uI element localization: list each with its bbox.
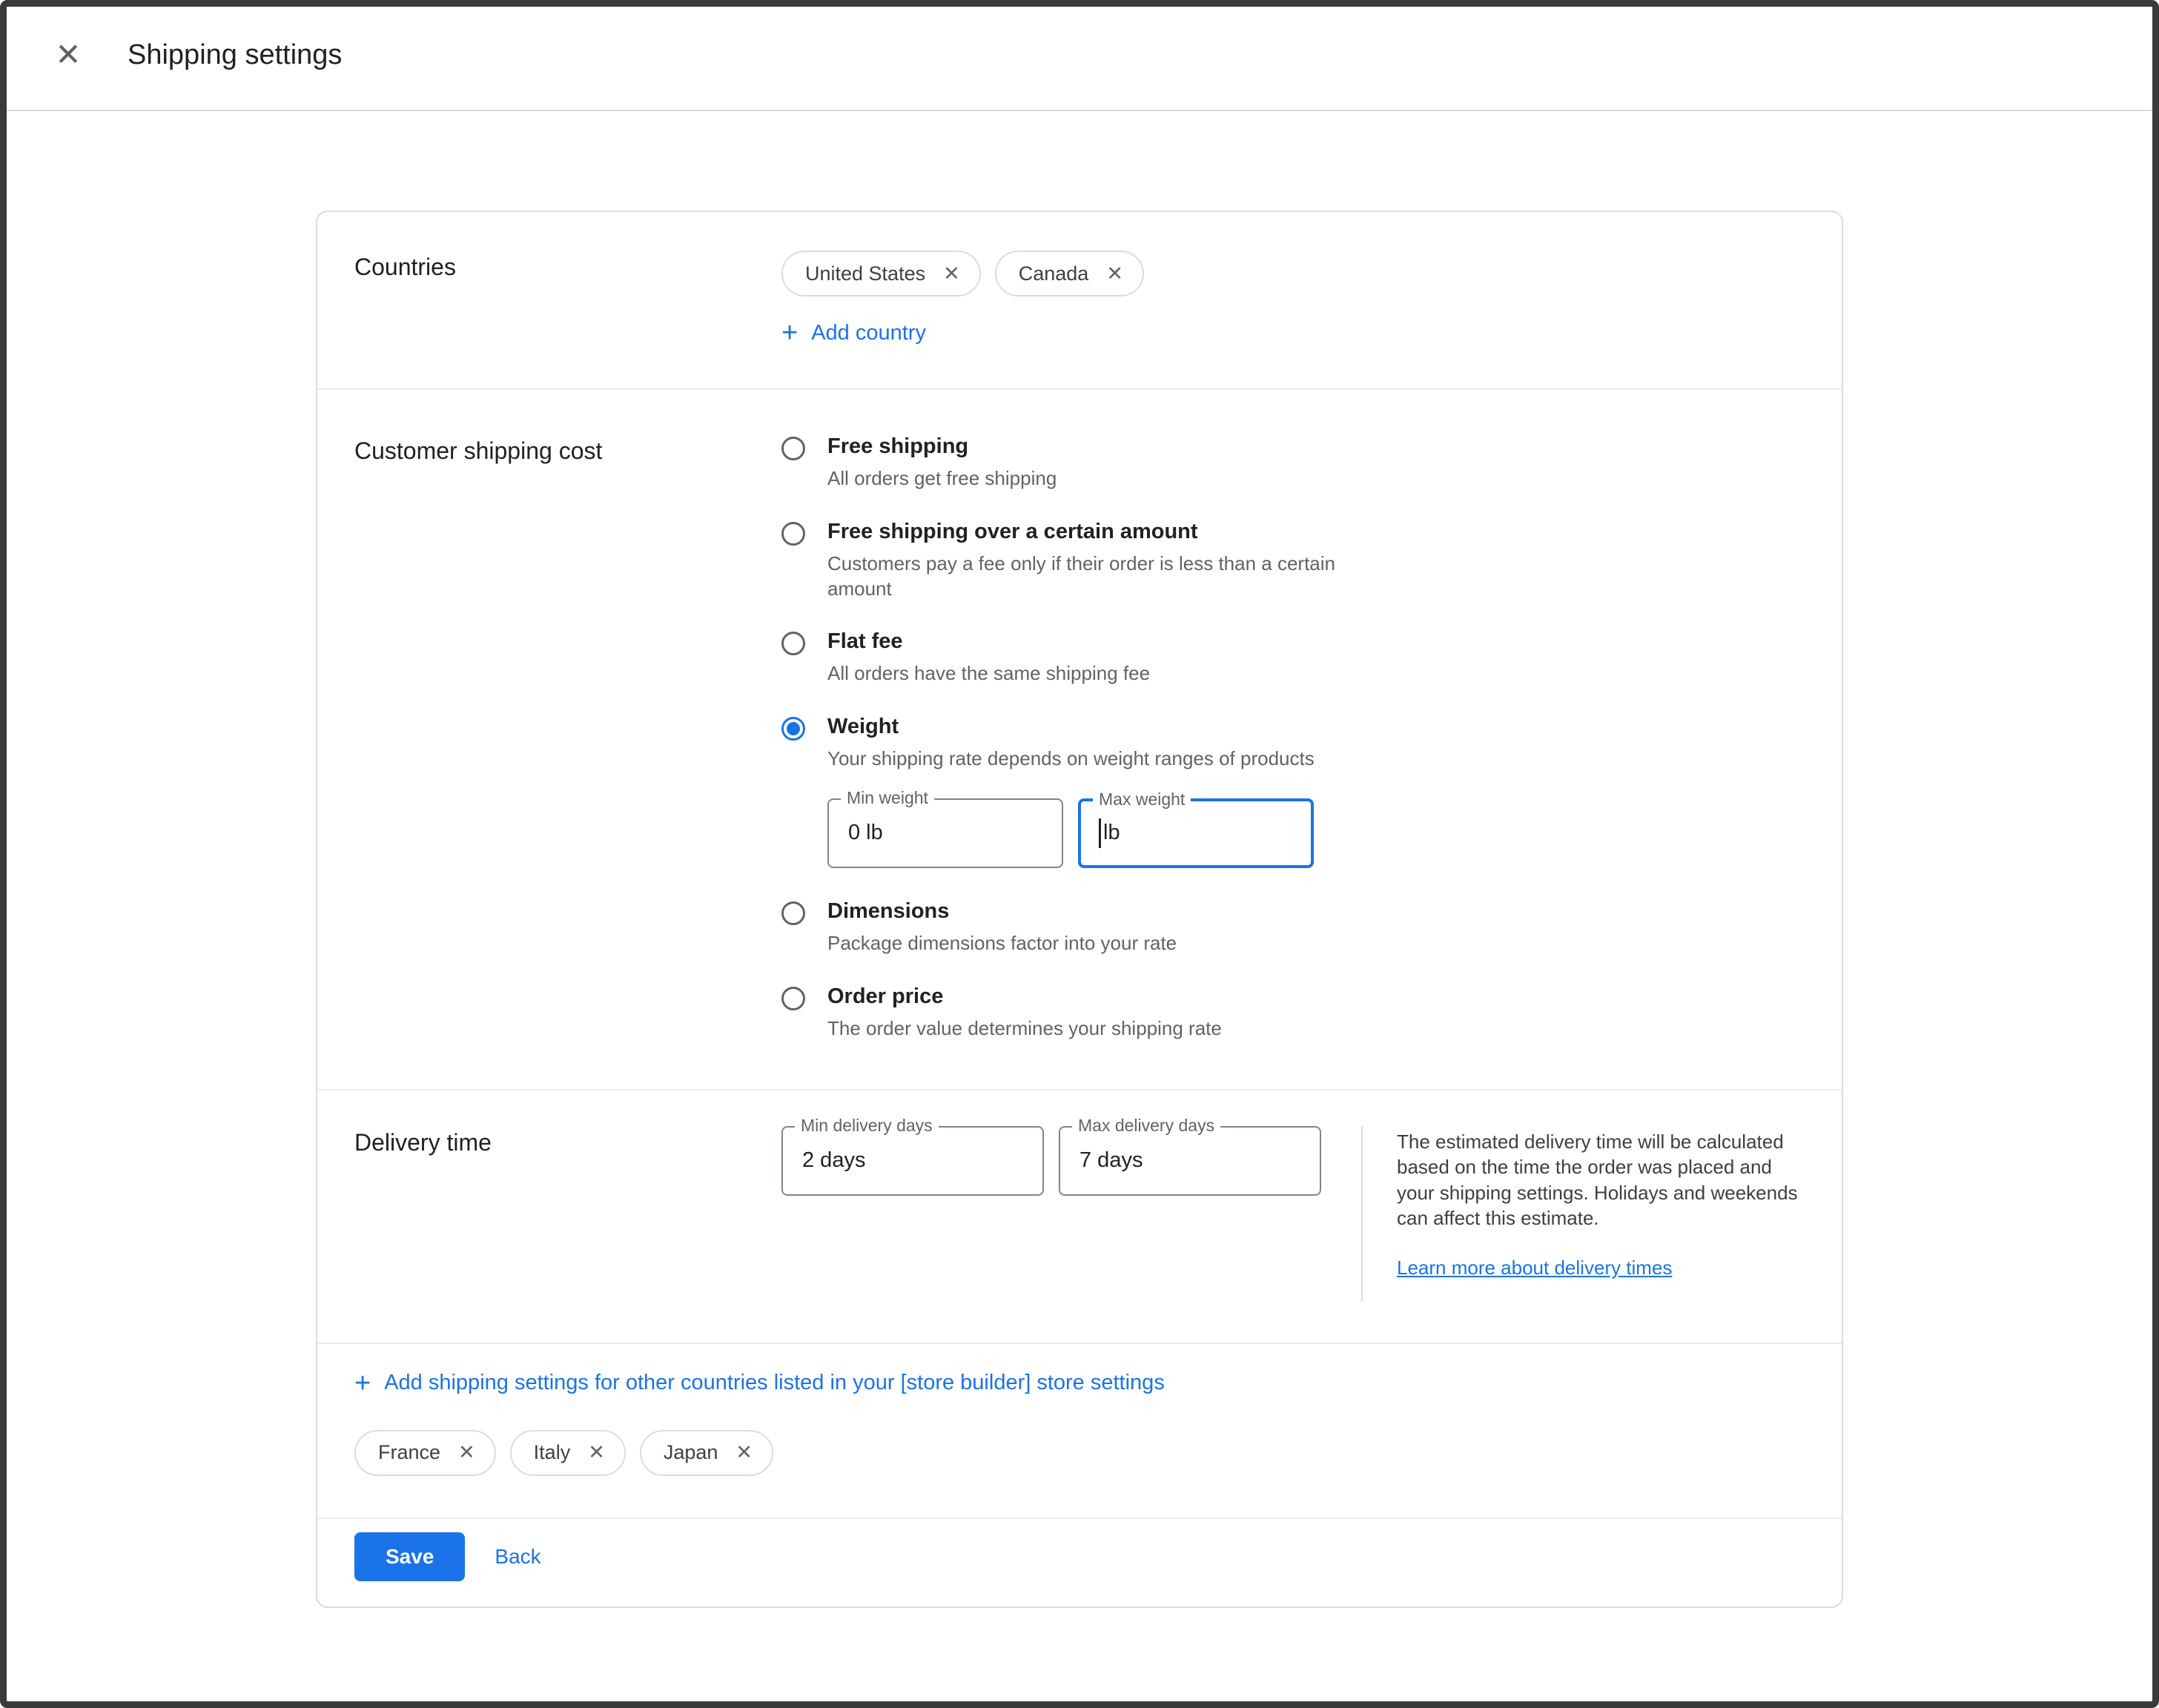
weight-inputs: Min weight 0 lb Max weight lb (827, 798, 1315, 868)
back-button[interactable]: Back (495, 1545, 540, 1569)
chip-remove-icon[interactable]: ✕ (943, 264, 960, 284)
country-chip-italy[interactable]: Italy ✕ (510, 1430, 626, 1476)
delivery-content: Min delivery days 2 days Max delivery da… (781, 1126, 1801, 1301)
option-text: Free shipping All orders get free shippi… (827, 434, 1057, 491)
other-country-chips: France ✕ Italy ✕ Japan ✕ (354, 1430, 1805, 1476)
option-title: Weight (827, 715, 1315, 739)
min-delivery-days-label: Min delivery days (795, 1116, 939, 1136)
option-title: Free shipping (827, 434, 1057, 459)
max-delivery-days-label: Max delivery days (1072, 1116, 1220, 1136)
chip-label: France (378, 1441, 440, 1464)
option-title: Flat fee (827, 629, 1150, 654)
option-desc: Package dimensions factor into your rate (827, 931, 1177, 956)
page-title: Shipping settings (128, 39, 342, 71)
max-delivery-days-value: 7 days (1080, 1148, 1143, 1173)
shipping-cost-options: Free shipping All orders get free shippi… (781, 434, 1346, 1042)
min-weight-label: Min weight (841, 788, 934, 809)
add-country-button[interactable]: + Add country (781, 319, 926, 347)
max-weight-field[interactable]: Max weight lb (1078, 798, 1314, 868)
dialog-header: ✕ Shipping settings (0, 0, 2159, 111)
min-weight-field[interactable]: Min weight 0 lb (827, 798, 1063, 868)
text-cursor (1099, 818, 1101, 848)
option-text: Weight Your shipping rate depends on wei… (827, 715, 1315, 871)
option-weight[interactable]: Weight Your shipping rate depends on wei… (781, 715, 1346, 871)
delivery-note-block: The estimated delivery time will be calc… (1397, 1126, 1801, 1301)
add-shipping-settings-button[interactable]: + Add shipping settings for other countr… (354, 1369, 1165, 1397)
country-chip-united-states[interactable]: United States ✕ (781, 251, 981, 297)
min-delivery-days-value: 2 days (802, 1148, 865, 1173)
option-flat-fee[interactable]: Flat fee All orders have the same shippi… (781, 629, 1346, 686)
option-desc: Customers pay a fee only if their order … (827, 552, 1346, 602)
vertical-divider (1361, 1126, 1363, 1301)
radio-free-shipping-over-amount[interactable] (781, 522, 805, 546)
option-dimensions[interactable]: Dimensions Package dimensions factor int… (781, 899, 1346, 956)
countries-label: Countries (354, 251, 781, 347)
chip-remove-icon[interactable]: ✕ (1106, 264, 1123, 284)
other-countries-section: + Add shipping settings for other countr… (317, 1343, 1842, 1517)
add-country-label: Add country (811, 321, 926, 345)
country-chip-japan[interactable]: Japan ✕ (640, 1430, 773, 1476)
radio-weight-selected[interactable] (781, 717, 805, 741)
chip-label: United States (805, 262, 925, 285)
countries-section: Countries United States ✕ Canada ✕ + Add… (317, 212, 1842, 388)
radio-dimensions[interactable] (781, 901, 805, 925)
shipping-settings-card: Countries United States ✕ Canada ✕ + Add… (316, 211, 1843, 1608)
delivery-note-text: The estimated delivery time will be calc… (1397, 1129, 1801, 1231)
option-desc: The order value determines your shipping… (827, 1016, 1222, 1042)
plus-icon: + (781, 319, 798, 347)
option-desc: Your shipping rate depends on weight ran… (827, 747, 1315, 772)
add-shipping-settings-label: Add shipping settings for other countrie… (384, 1371, 1165, 1395)
option-text: Dimensions Package dimensions factor int… (827, 899, 1177, 956)
country-chip-canada[interactable]: Canada ✕ (995, 251, 1144, 297)
learn-more-delivery-times-link[interactable]: Learn more about delivery times (1397, 1257, 1672, 1280)
delivery-time-label: Delivery time (354, 1126, 781, 1301)
max-weight-label: Max weight (1093, 790, 1191, 810)
option-title: Free shipping over a certain amount (827, 520, 1346, 544)
chip-label: Japan (664, 1441, 718, 1464)
max-delivery-days-field[interactable]: Max delivery days 7 days (1059, 1126, 1321, 1196)
countries-content: United States ✕ Canada ✕ + Add country (781, 251, 1144, 347)
option-text: Order price The order value determines y… (827, 984, 1222, 1042)
option-text: Free shipping over a certain amount Cust… (827, 520, 1346, 602)
radio-flat-fee[interactable] (781, 632, 805, 655)
option-free-shipping[interactable]: Free shipping All orders get free shippi… (781, 434, 1346, 491)
country-chips: United States ✕ Canada ✕ (781, 251, 1144, 297)
plus-icon: + (354, 1369, 371, 1397)
shipping-cost-section: Customer shipping cost Free shipping All… (317, 388, 1842, 1089)
option-desc: All orders get free shipping (827, 466, 1057, 491)
option-desc: All orders have the same shipping fee (827, 661, 1150, 686)
option-order-price[interactable]: Order price The order value determines y… (781, 984, 1346, 1042)
footer-actions: Save Back (317, 1517, 1842, 1606)
save-button[interactable]: Save (354, 1532, 465, 1581)
option-title: Order price (827, 984, 1222, 1009)
chip-label: Canada (1019, 262, 1089, 285)
radio-free-shipping[interactable] (781, 437, 805, 460)
country-chip-france[interactable]: France ✕ (354, 1430, 496, 1476)
chip-label: Italy (534, 1441, 571, 1464)
chip-remove-icon[interactable]: ✕ (588, 1443, 605, 1463)
max-weight-value: lb (1103, 821, 1120, 845)
option-free-shipping-over-amount[interactable]: Free shipping over a certain amount Cust… (781, 520, 1346, 602)
min-weight-value: 0 lb (848, 821, 883, 845)
delivery-fields: Min delivery days 2 days Max delivery da… (781, 1126, 1321, 1301)
option-title: Dimensions (827, 899, 1177, 924)
chip-remove-icon[interactable]: ✕ (458, 1443, 475, 1463)
close-icon[interactable]: ✕ (49, 39, 87, 70)
option-text: Flat fee All orders have the same shippi… (827, 629, 1150, 686)
chip-remove-icon[interactable]: ✕ (735, 1443, 753, 1463)
delivery-time-section: Delivery time Min delivery days 2 days M… (317, 1089, 1842, 1343)
radio-order-price[interactable] (781, 987, 805, 1010)
shipping-cost-label: Customer shipping cost (354, 434, 781, 1042)
min-delivery-days-field[interactable]: Min delivery days 2 days (781, 1126, 1044, 1196)
